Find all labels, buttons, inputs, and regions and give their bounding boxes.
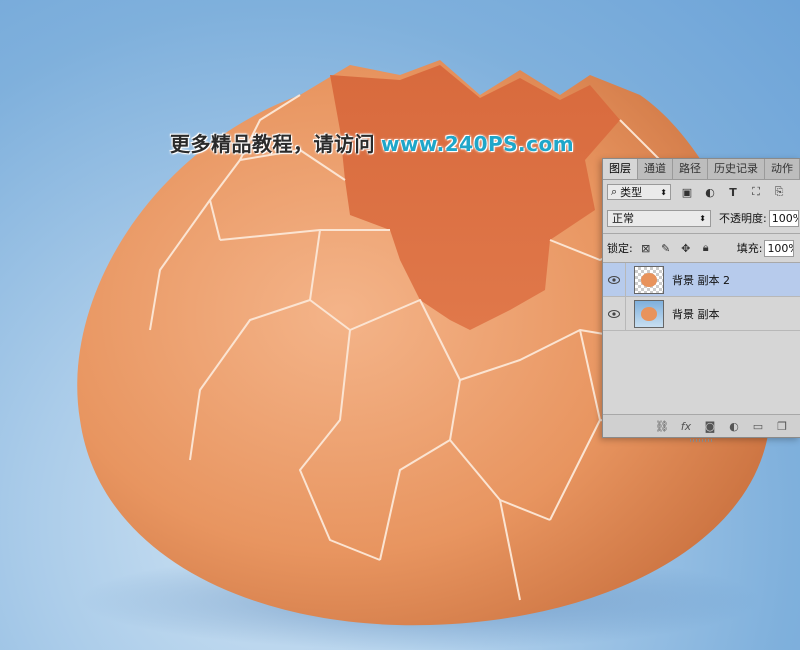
lock-row: 锁定: ⊠ ✎ ✥ 🔒︎ 填充: 100% bbox=[603, 237, 800, 259]
layer-name[interactable]: 背景 副本 2 bbox=[672, 272, 730, 288]
adjustment-layer-icon[interactable]: ◐ bbox=[727, 419, 741, 433]
layer-thumbnail bbox=[634, 265, 664, 294]
lock-all-icon[interactable]: 🔒︎ bbox=[699, 241, 713, 255]
lock-position-move-icon[interactable]: ✥ bbox=[679, 241, 693, 255]
lock-label: 锁定: bbox=[607, 242, 633, 255]
watermark-url: www.240PS.com bbox=[381, 132, 575, 156]
lock-transparency-icon[interactable]: ⊠ bbox=[639, 241, 653, 255]
fill-field[interactable]: 100% bbox=[764, 239, 795, 257]
chevron-updown-icon: ⬍ bbox=[699, 213, 706, 223]
eye-icon[interactable] bbox=[603, 296, 626, 331]
layer-filter-value: 类型 bbox=[620, 186, 643, 199]
panel-divider bbox=[603, 233, 800, 234]
tab-channels[interactable]: 通道 bbox=[638, 159, 673, 179]
fill-label: 填充: bbox=[736, 242, 763, 255]
opacity-field[interactable]: 100% bbox=[768, 209, 799, 227]
layer-row-background-copy[interactable]: 背景 副本 bbox=[603, 296, 800, 331]
blend-mode-select[interactable]: 正常 ⬍ bbox=[607, 209, 711, 227]
add-mask-icon[interactable]: ◙ bbox=[703, 419, 717, 433]
lock-pixels-brush-icon[interactable]: ✎ bbox=[659, 241, 673, 255]
layers-list: 背景 副本 2 背景 副本 bbox=[603, 262, 800, 413]
tab-history[interactable]: 历史记录 bbox=[708, 159, 765, 179]
chevron-updown-icon: ⬍ bbox=[660, 187, 667, 197]
opacity-label: 不透明度: bbox=[719, 212, 767, 225]
layers-panel: 图层 通道 路径 历史记录 动作 ⌕ 类型 ⬍ ▣ ◐ T ⛶ ⎘ 正常 ⬍ 不… bbox=[602, 158, 800, 442]
image-filter-icon[interactable]: ▣ bbox=[680, 185, 694, 199]
tab-layers[interactable]: 图层 bbox=[603, 159, 638, 179]
smart-object-filter-icon[interactable]: ⎘ bbox=[772, 185, 786, 199]
adjustment-filter-icon[interactable]: ◐ bbox=[703, 185, 717, 199]
new-layer-icon[interactable]: ❐ bbox=[775, 419, 789, 433]
layer-row-background-copy-2[interactable]: 背景 副本 2 bbox=[603, 262, 800, 297]
watermark-text: 更多精品教程，请访问 bbox=[170, 132, 375, 156]
shape-filter-icon[interactable]: ⛶ bbox=[749, 185, 763, 199]
panel-tabs: 图层 通道 路径 历史记录 动作 bbox=[603, 159, 800, 180]
filter-row: ⌕ 类型 ⬍ ▣ ◐ T ⛶ ⎘ bbox=[603, 181, 800, 203]
blend-row: 正常 ⬍ 不透明度: 100% bbox=[603, 207, 800, 229]
layer-name[interactable]: 背景 副本 bbox=[672, 306, 720, 322]
eye-icon[interactable] bbox=[603, 262, 626, 297]
new-group-icon[interactable]: ▭ bbox=[751, 419, 765, 433]
watermark: 更多精品教程，请访问 www.240PS.com bbox=[170, 128, 574, 157]
layer-filter-select[interactable]: ⌕ 类型 ⬍ bbox=[607, 184, 671, 200]
blend-mode-value: 正常 bbox=[612, 212, 634, 225]
tab-paths[interactable]: 路径 bbox=[673, 159, 708, 179]
tab-actions[interactable]: 动作 bbox=[765, 159, 800, 179]
resize-grip[interactable] bbox=[689, 439, 714, 442]
panel-bottom-bar: ⛓ fx ◙ ◐ ▭ ❐ bbox=[603, 414, 800, 442]
layer-thumbnail bbox=[634, 299, 664, 328]
fx-icon[interactable]: fx bbox=[679, 419, 693, 433]
link-layers-icon[interactable]: ⛓ bbox=[655, 419, 669, 433]
search-icon: ⌕ bbox=[611, 185, 618, 198]
type-filter-icon[interactable]: T bbox=[726, 185, 740, 199]
